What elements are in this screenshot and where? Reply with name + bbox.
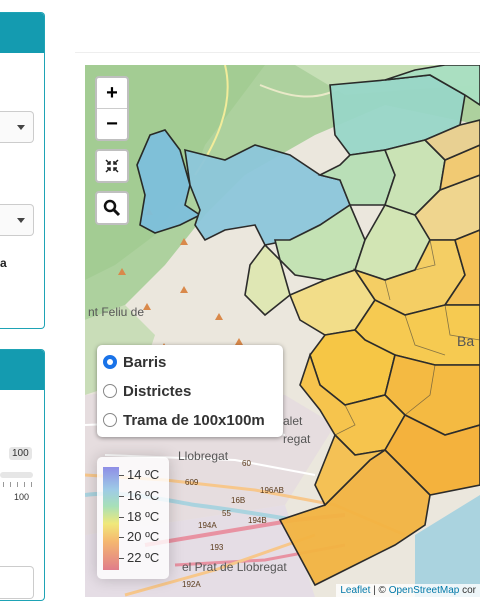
bottom-input[interactable]: [0, 566, 34, 599]
place-label: Ba: [457, 333, 475, 349]
radio-unselected[interactable]: [103, 384, 117, 398]
leaflet-link[interactable]: Leaflet: [340, 585, 370, 596]
road-label: 55: [222, 509, 231, 518]
fullscreen-exit-button[interactable]: [95, 149, 129, 183]
radio-unselected[interactable]: [103, 413, 117, 427]
layer-control: Barris Districtes Trama de 100x100m: [97, 345, 283, 437]
panel-header: [0, 13, 44, 53]
range-max-label: 100: [14, 492, 30, 502]
select-dropdown-2[interactable]: [0, 204, 34, 236]
osm-link[interactable]: OpenStreetMap: [389, 585, 460, 596]
search-icon: [103, 199, 121, 217]
legend-tick: [119, 537, 124, 538]
map-container[interactable]: nt Feliu de alet regat Llobregat el Prat…: [85, 65, 480, 597]
road-label: 16B: [231, 496, 246, 505]
place-label: nt Feliu de: [88, 305, 145, 319]
place-label: Llobregat: [178, 449, 229, 463]
attribution-separator: | ©: [370, 585, 389, 596]
place-label: el Prat de Llobregat: [182, 560, 287, 574]
legend-tick: [119, 558, 124, 559]
range-max-badge: 100: [9, 447, 32, 460]
chevron-down-icon: [17, 218, 25, 223]
road-label: 196AB: [260, 486, 285, 495]
zoom-in-button[interactable]: +: [97, 78, 127, 108]
road-label: 609: [185, 478, 199, 487]
select-dropdown-1[interactable]: [0, 111, 34, 143]
layer-option-districtes[interactable]: Districtes: [103, 380, 191, 402]
zoom-out-button[interactable]: −: [97, 108, 127, 139]
search-button[interactable]: [95, 191, 129, 225]
legend-tick: [119, 496, 124, 497]
legend-label: 14 ºC: [127, 467, 160, 482]
road-label: 194A: [198, 521, 217, 530]
layer-option-barris[interactable]: Barris: [103, 351, 166, 373]
collapse-arrows-icon: [105, 159, 119, 173]
legend-label: 16 ºC: [127, 488, 160, 503]
legend-tick: [119, 517, 124, 518]
panel-text: a: [0, 256, 7, 270]
layer-label: Trama de 100x100m: [123, 411, 265, 429]
road-label: 194B: [248, 516, 267, 525]
divider: [75, 52, 480, 53]
chevron-down-icon: [17, 125, 25, 130]
road-label: 193: [210, 543, 224, 552]
panel-header: [0, 350, 44, 390]
map-attribution: Leaflet | © OpenStreetMap cor: [336, 584, 480, 597]
legend-label: 22 ºC: [127, 550, 160, 565]
settings-panel: [0, 12, 45, 329]
temperature-legend: 14 ºC 16 ºC 18 ºC 20 ºC 22 ºC: [97, 457, 169, 579]
road-label: 192A: [182, 580, 201, 589]
legend-tick: [119, 475, 124, 476]
layer-label: Districtes: [123, 382, 192, 400]
road-label: 60: [242, 459, 251, 468]
place-label: alet: [283, 414, 303, 428]
layer-option-trama[interactable]: Trama de 100x100m: [103, 409, 265, 431]
layer-label: Barris: [123, 353, 167, 371]
legend-label: 18 ºC: [127, 509, 160, 524]
range-ticks: [0, 481, 33, 488]
range-slider[interactable]: [0, 472, 33, 478]
legend-color-bar: [103, 467, 119, 570]
legend-label: 20 ºC: [127, 529, 160, 544]
zoom-control: + −: [95, 76, 129, 141]
radio-selected[interactable]: [103, 355, 117, 369]
place-label: regat: [283, 432, 311, 446]
attribution-suffix: cor: [459, 585, 476, 596]
